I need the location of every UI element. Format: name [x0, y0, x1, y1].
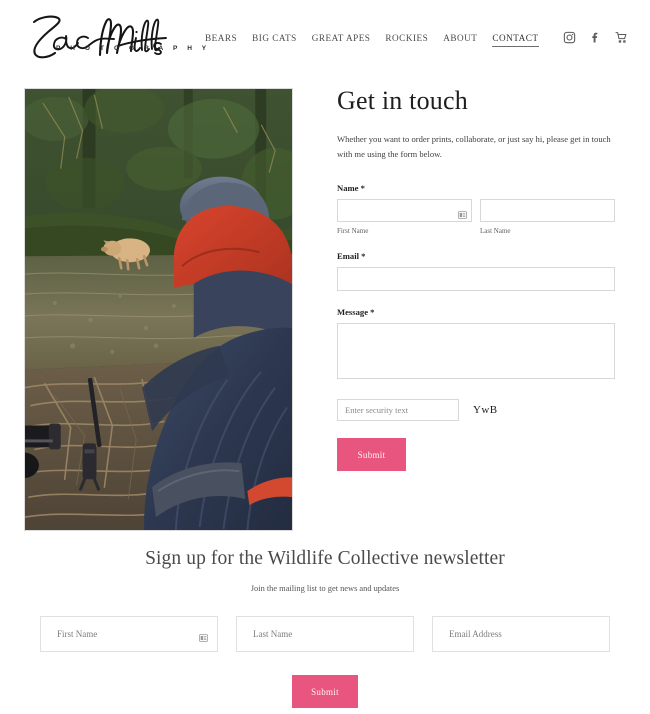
- signature-logo-icon: [32, 15, 167, 59]
- nav-item-great-apes[interactable]: GREAT APES: [312, 33, 371, 46]
- name-field-group: Name * First Name Last Name: [337, 183, 615, 235]
- page-title: Get in touch: [337, 86, 468, 115]
- email-field-group: Email *: [337, 251, 615, 292]
- newsletter-submit-button[interactable]: Submit: [292, 675, 358, 708]
- hero-photo: [24, 88, 293, 531]
- name-inputs-row: First Name Last Name: [337, 199, 615, 235]
- photo-illustration-icon: [25, 89, 292, 530]
- contact-form-section: Get in touch Whether you want to order p…: [337, 86, 615, 472]
- email-label: Email *: [337, 251, 366, 262]
- nav-item-rockies[interactable]: ROCKIES: [385, 33, 428, 46]
- newsletter-first-name-input[interactable]: [40, 616, 218, 652]
- newsletter-heading: Sign up for the Wildlife Collective news…: [145, 548, 505, 569]
- name-label: Name *: [337, 183, 365, 194]
- nav-item-bears[interactable]: BEARS: [205, 33, 237, 46]
- newsletter-subheading: Join the mailing list to get news and up…: [250, 584, 400, 593]
- first-name-column: First Name: [337, 199, 472, 235]
- instagram-icon[interactable]: [563, 31, 576, 44]
- first-name-input[interactable]: [337, 199, 472, 223]
- captcha-code: YwB: [473, 404, 498, 417]
- message-textarea[interactable]: [337, 323, 615, 380]
- autofill-contact-icon[interactable]: [458, 206, 467, 219]
- autofill-contact-icon[interactable]: [199, 630, 208, 642]
- site-logo[interactable]: [22, 8, 172, 66]
- social-links: [563, 31, 628, 44]
- newsletter-last-name-input[interactable]: [236, 616, 414, 652]
- message-field-group: Message *: [337, 307, 615, 380]
- facebook-icon[interactable]: [589, 31, 602, 44]
- first-name-sublabel: First Name: [337, 227, 369, 236]
- logo-subtitle: P H O T O G R A P H Y: [56, 45, 211, 52]
- site-header: P H O T O G R A P H Y BEARS BIG CATS GRE…: [0, 0, 650, 78]
- nav-item-contact[interactable]: CONTACT: [492, 33, 539, 47]
- last-name-column: Last Name: [480, 199, 615, 235]
- message-label: Message *: [337, 307, 375, 318]
- contact-page: P H O T O G R A P H Y BEARS BIG CATS GRE…: [0, 0, 650, 714]
- last-name-sublabel: Last Name: [480, 227, 511, 236]
- newsletter-inputs-row: [0, 616, 650, 652]
- last-name-input[interactable]: [480, 199, 615, 223]
- nav-item-big-cats[interactable]: BIG CATS: [252, 33, 297, 46]
- contact-submit-button[interactable]: Submit: [337, 438, 406, 472]
- shopping-cart-icon[interactable]: [615, 31, 628, 44]
- newsletter-section: Sign up for the Wildlife Collective news…: [0, 548, 650, 708]
- main-navigation: BEARS BIG CATS GREAT APES ROCKIES ABOUT …: [205, 33, 539, 47]
- page-description: Whether you want to order prints, collab…: [337, 133, 611, 159]
- nav-item-about[interactable]: ABOUT: [443, 33, 477, 46]
- newsletter-email-input[interactable]: [432, 616, 610, 652]
- email-input[interactable]: [337, 267, 615, 292]
- newsletter-first-name-wrapper: [40, 616, 218, 652]
- captcha-input[interactable]: [337, 399, 459, 422]
- captcha-row: YwB: [337, 399, 615, 422]
- first-name-wrapper: [337, 199, 472, 223]
